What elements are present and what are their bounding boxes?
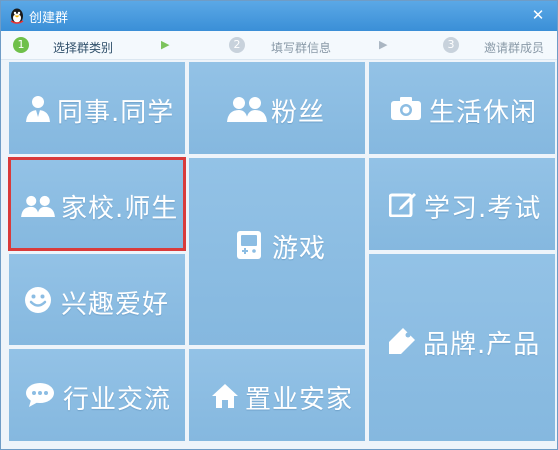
step-3-number: 3 [443,37,459,53]
step-2-label: 填写群信息 [271,41,332,55]
category-hobby-tile[interactable]: 兴趣爱好 [9,254,185,345]
category-school-label: 家校.师生 [61,194,179,224]
step-arrow-icon: ▶ [379,38,388,51]
category-realestate-label: 置业安家 [245,385,354,415]
step-indicator: 1 选择群类别 ▶ 2 填写群信息 ▶ 3 邀请群成员 [1,31,557,60]
category-game-tile[interactable]: 游戏 [189,158,365,345]
qq-penguin-icon [8,7,26,25]
step-arrow-icon: ▶ [161,38,170,51]
camera-icon [391,96,421,124]
category-hobby-label: 兴趣爱好 [61,290,170,320]
category-brand-tile[interactable]: 品牌.产品 [369,254,555,441]
category-life-label: 生活休闲 [429,98,538,128]
category-life-tile[interactable]: 生活休闲 [369,62,555,154]
category-industry-label: 行业交流 [63,385,172,415]
category-brand-label: 品牌.产品 [423,330,541,360]
step-3-label: 邀请群成员 [484,41,545,55]
category-study-tile[interactable]: 学习.考试 [369,158,555,250]
close-button[interactable]: ✕ [527,4,549,26]
chat-icon [25,382,55,412]
category-fans-label: 粉丝 [271,98,326,128]
smiley-icon [24,286,52,318]
category-colleague-tile[interactable]: 同事.同学 [9,62,185,154]
step-1-label: 选择群类别 [53,41,114,55]
category-school-tile[interactable]: 家校.师生 [8,157,186,251]
title-bar[interactable]: 创建群 ✕ [1,1,557,31]
category-colleague-label: 同事.同学 [57,98,175,128]
step-1-number: 1 [13,37,29,53]
category-realestate-tile[interactable]: 置业安家 [189,349,365,441]
category-industry-tile[interactable]: 行业交流 [9,349,185,441]
gamepad-icon [236,230,262,264]
house-icon [211,383,239,413]
edit-icon [388,191,417,221]
create-group-window: 创建群 ✕ 1 选择群类别 ▶ 2 填写群信息 ▶ 3 邀请群成员 同事.同学 … [0,0,558,450]
group-icon [21,195,55,221]
category-fans-tile[interactable]: 粉丝 [189,62,365,154]
group-icon [227,96,267,126]
category-study-label: 学习.考试 [424,194,542,224]
window-title: 创建群 [29,11,69,26]
tag-icon [387,326,417,360]
category-game-label: 游戏 [272,234,327,264]
person-icon [25,95,51,127]
category-grid: 同事.同学 粉丝 生活休闲 家校.师生 游戏 学习.考试 兴趣爱好 品牌.产品 … [8,62,555,441]
step-2-number: 2 [229,37,245,53]
